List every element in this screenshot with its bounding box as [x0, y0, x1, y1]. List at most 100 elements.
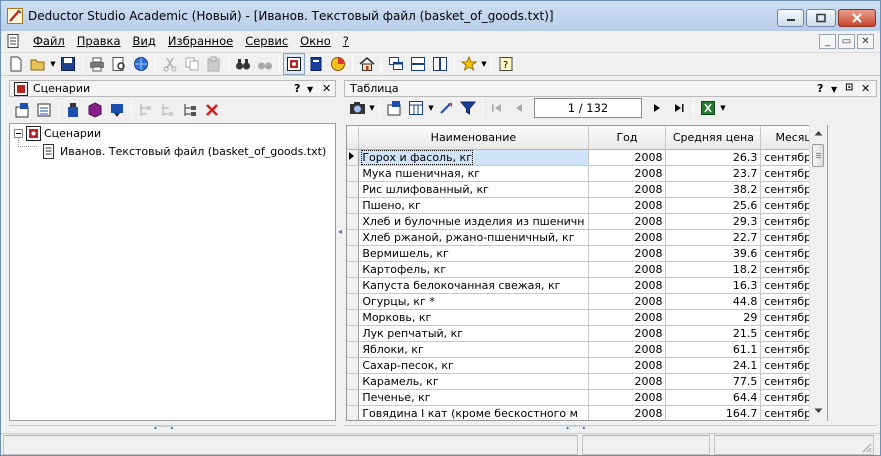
print-button[interactable] [86, 53, 108, 75]
cell-name[interactable]: Мука пшеничная, кг [358, 165, 589, 182]
expand-tree-button[interactable] [135, 99, 157, 121]
visualizers-button[interactable] [327, 53, 349, 75]
favorites-button[interactable] [458, 53, 480, 75]
table-row[interactable]: Пшено, кг 2008 25.6 сентябрь [347, 197, 827, 214]
cell-avg-price[interactable]: 77.5 [665, 373, 762, 390]
cell-year[interactable]: 2008 [588, 197, 667, 214]
visualizer-dropdown[interactable]: ▼ [368, 104, 376, 112]
mdi-close-button[interactable]: ✕ [857, 34, 874, 49]
row-indicator[interactable] [347, 261, 360, 278]
column-header-avg-price[interactable]: Средняя цена [665, 126, 762, 150]
table-row[interactable]: Карамель, кг 2008 77.5 сентябрь [347, 373, 827, 390]
cell-name[interactable]: Вермишель, кг [358, 245, 589, 262]
row-indicator[interactable] [347, 213, 360, 230]
column-header-year[interactable]: Год [588, 126, 667, 150]
cell-year[interactable]: 2008 [588, 341, 667, 358]
cell-name[interactable]: Печенье, кг [358, 389, 589, 406]
browser-button[interactable] [130, 53, 152, 75]
cell-name[interactable]: Лук репчатый, кг [358, 325, 589, 342]
cell-name[interactable]: Морковь, кг [358, 309, 589, 326]
row-indicator[interactable] [347, 149, 360, 166]
cell-avg-price[interactable]: 61.1 [665, 341, 762, 358]
filter-button[interactable] [457, 97, 479, 119]
table-row[interactable]: Мука пшеничная, кг 2008 23.7 сентябрь [347, 165, 827, 182]
delete-button[interactable] [201, 99, 223, 121]
page-indicator[interactable]: 1 / 132 [534, 98, 642, 118]
table-row[interactable]: Яблоки, кг 2008 61.1 сентябрь [347, 341, 827, 358]
scenarios-toggle-button[interactable] [283, 53, 305, 75]
favorites-dropdown[interactable]: ▼ [480, 60, 488, 68]
open-dropdown[interactable]: ▼ [49, 60, 57, 68]
table-row[interactable]: Огурцы, кг * 2008 44.8 сентябрь [347, 293, 827, 310]
paste-button[interactable] [203, 53, 225, 75]
cell-avg-price[interactable]: 26.3 [665, 149, 762, 166]
cell-avg-price[interactable]: 24.1 [665, 357, 762, 374]
close-button[interactable] [838, 9, 876, 27]
menu-window[interactable]: Окно [294, 34, 337, 48]
next-page-button[interactable] [646, 97, 668, 119]
table-row[interactable]: Горох и фасоль, кг 2008 26.3 сентябрь [347, 149, 827, 166]
panel-float-button[interactable]: ⊡ [845, 82, 853, 93]
table-row[interactable]: Говядина I кат (кроме бескостного м 2008 1… [347, 405, 827, 420]
table-row[interactable]: Вермишель, кг 2008 39.6 сентябрь [347, 245, 827, 262]
table-row[interactable]: Капуста белокочанная свежая, кг 2008 16.3 с… [347, 277, 827, 294]
panel-close-button[interactable]: ✕ [322, 82, 331, 95]
panel-help-button[interactable]: ? [817, 82, 823, 95]
table-row[interactable]: Лук репчатый, кг 2008 21.5 сентябрь [347, 325, 827, 342]
row-indicator[interactable] [347, 277, 360, 294]
cell-year[interactable]: 2008 [588, 165, 667, 182]
right-horizontal-splitter[interactable]: ▴·······▴ [344, 425, 877, 431]
cascade-button[interactable] [385, 53, 407, 75]
export-dropdown[interactable]: ▼ [719, 104, 727, 112]
first-page-button[interactable] [486, 97, 508, 119]
row-indicator[interactable] [347, 357, 360, 374]
cell-year[interactable]: 2008 [588, 405, 667, 420]
cell-name[interactable]: Хлеб ржаной, ржано-пшеничный, кг [358, 229, 589, 246]
cell-year[interactable]: 2008 [588, 261, 667, 278]
cell-year[interactable]: 2008 [588, 309, 667, 326]
columns-button[interactable] [405, 97, 427, 119]
resize-grip-icon[interactable] [860, 441, 872, 453]
cell-year[interactable]: 2008 [588, 373, 667, 390]
menu-view[interactable]: Вид [127, 34, 162, 48]
vertical-scrollbar[interactable] [809, 125, 827, 421]
table-row[interactable]: Сахар-песок, кг 2008 24.1 сентябрь [347, 357, 827, 374]
cell-year[interactable]: 2008 [588, 357, 667, 374]
cell-avg-price[interactable]: 22.7 [665, 229, 762, 246]
menu-favorites[interactable]: Избранное [162, 34, 239, 48]
row-indicator[interactable] [347, 325, 360, 342]
cell-year[interactable]: 2008 [588, 245, 667, 262]
print-preview-button[interactable] [108, 53, 130, 75]
menu-service[interactable]: Сервис [239, 34, 294, 48]
table-row[interactable]: Рис шлифованный, кг 2008 38.2 сентябрь [347, 181, 827, 198]
cell-year[interactable]: 2008 [588, 229, 667, 246]
export-button[interactable] [106, 99, 128, 121]
cell-name[interactable]: Горох и фасоль, кг [358, 149, 589, 166]
find-button[interactable] [232, 53, 254, 75]
row-indicator[interactable] [347, 245, 360, 262]
row-indicator[interactable] [347, 309, 360, 326]
panel-close-button[interactable]: ✕ [861, 82, 870, 95]
row-indicator[interactable] [347, 229, 360, 246]
cell-year[interactable]: 2008 [588, 213, 667, 230]
columns-dropdown[interactable]: ▼ [427, 104, 435, 112]
row-indicator[interactable] [347, 165, 360, 182]
cell-avg-price[interactable]: 25.6 [665, 197, 762, 214]
cell-avg-price[interactable]: 44.8 [665, 293, 762, 310]
row-indicator[interactable] [347, 181, 360, 198]
table-row[interactable]: Хлеб и булочные изделия из пшеничн 2008 29… [347, 213, 827, 230]
tree-node-text-file[interactable]: Иванов. Текстовый файл (basket_of_goods.… [42, 144, 326, 159]
row-indicator[interactable] [347, 293, 360, 310]
document-icon[interactable] [5, 33, 21, 49]
cell-avg-price[interactable]: 29.3 [665, 213, 762, 230]
cell-name[interactable]: Картофель, кг [358, 261, 589, 278]
new-button[interactable] [5, 53, 27, 75]
cell-avg-price[interactable]: 16.3 [665, 277, 762, 294]
row-indicator[interactable] [347, 389, 360, 406]
export-excel-button[interactable] [697, 97, 719, 119]
import-button[interactable] [62, 99, 84, 121]
title-bar[interactable]: Deductor Studio Academic (Новый) - [Иван… [1, 1, 880, 31]
cell-avg-price[interactable]: 164.7 [665, 405, 762, 420]
maximize-button[interactable] [806, 9, 836, 27]
row-indicator[interactable] [347, 373, 360, 390]
